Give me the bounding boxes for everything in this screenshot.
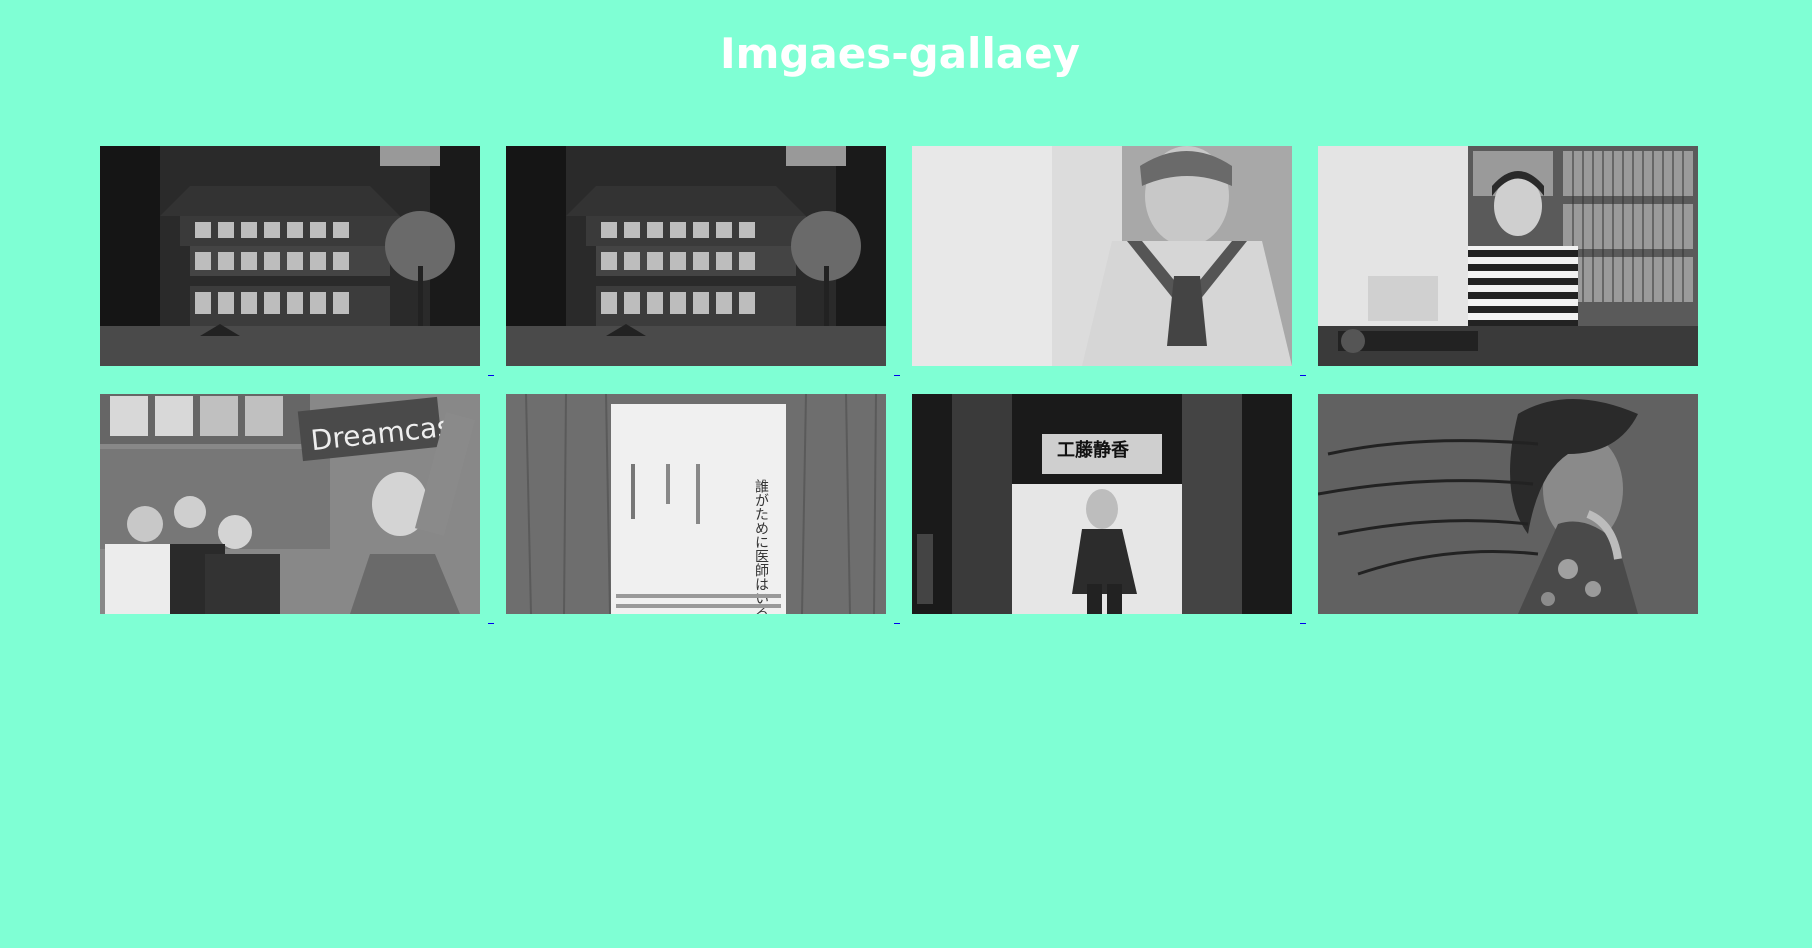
gallery-link[interactable] bbox=[480, 146, 506, 376]
photo-icon bbox=[912, 146, 1292, 366]
photo-icon bbox=[1318, 146, 1698, 366]
gallery-image-link[interactable]: 誰がために医師はいる bbox=[506, 394, 886, 614]
gallery-image-link[interactable] bbox=[1318, 394, 1698, 614]
car-sign: 工藤静香 bbox=[1057, 439, 1130, 461]
gallery-row bbox=[100, 146, 1706, 376]
gallery-link[interactable] bbox=[1292, 146, 1318, 376]
book-title: 誰がために医師はいる bbox=[753, 479, 769, 614]
gallery-image-link[interactable]: Dreamcast bbox=[100, 394, 480, 614]
gallery-row: Dreamcast 誰がために医師はいる 工藤静香 bbox=[100, 394, 1706, 624]
gallery-link[interactable] bbox=[886, 394, 912, 624]
gallery-image-link[interactable] bbox=[506, 146, 886, 366]
gallery-tile: 誰がために医師はいる bbox=[506, 394, 912, 624]
photo-icon bbox=[1318, 394, 1698, 614]
gallery-image-link[interactable] bbox=[912, 146, 1292, 366]
gallery-tile bbox=[1318, 146, 1698, 366]
photo-icon: Dreamcast bbox=[100, 394, 480, 614]
gallery-tile bbox=[1318, 394, 1698, 614]
gallery-image-link[interactable] bbox=[1318, 146, 1698, 366]
gallery-image-link[interactable] bbox=[100, 146, 480, 366]
page-title: Imgaes-gallaey bbox=[719, 29, 1081, 78]
photo-icon: 工藤静香 bbox=[912, 394, 1292, 614]
photo-icon: 誰がために医師はいる bbox=[506, 394, 886, 614]
gallery-link[interactable] bbox=[480, 394, 506, 624]
photo-icon bbox=[506, 146, 886, 366]
gallery-link[interactable] bbox=[1292, 394, 1318, 624]
gallery-tile bbox=[912, 146, 1318, 376]
image-gallery: Dreamcast 誰がために医師はいる 工藤静香 bbox=[100, 146, 1706, 642]
gallery-image-link[interactable]: 工藤静香 bbox=[912, 394, 1292, 614]
gallery-tile: Dreamcast bbox=[100, 394, 506, 624]
gallery-link[interactable] bbox=[886, 146, 912, 376]
gallery-tile bbox=[100, 146, 506, 376]
gallery-tile bbox=[506, 146, 912, 376]
gallery-tile: 工藤静香 bbox=[912, 394, 1318, 624]
photo-icon bbox=[100, 146, 480, 366]
